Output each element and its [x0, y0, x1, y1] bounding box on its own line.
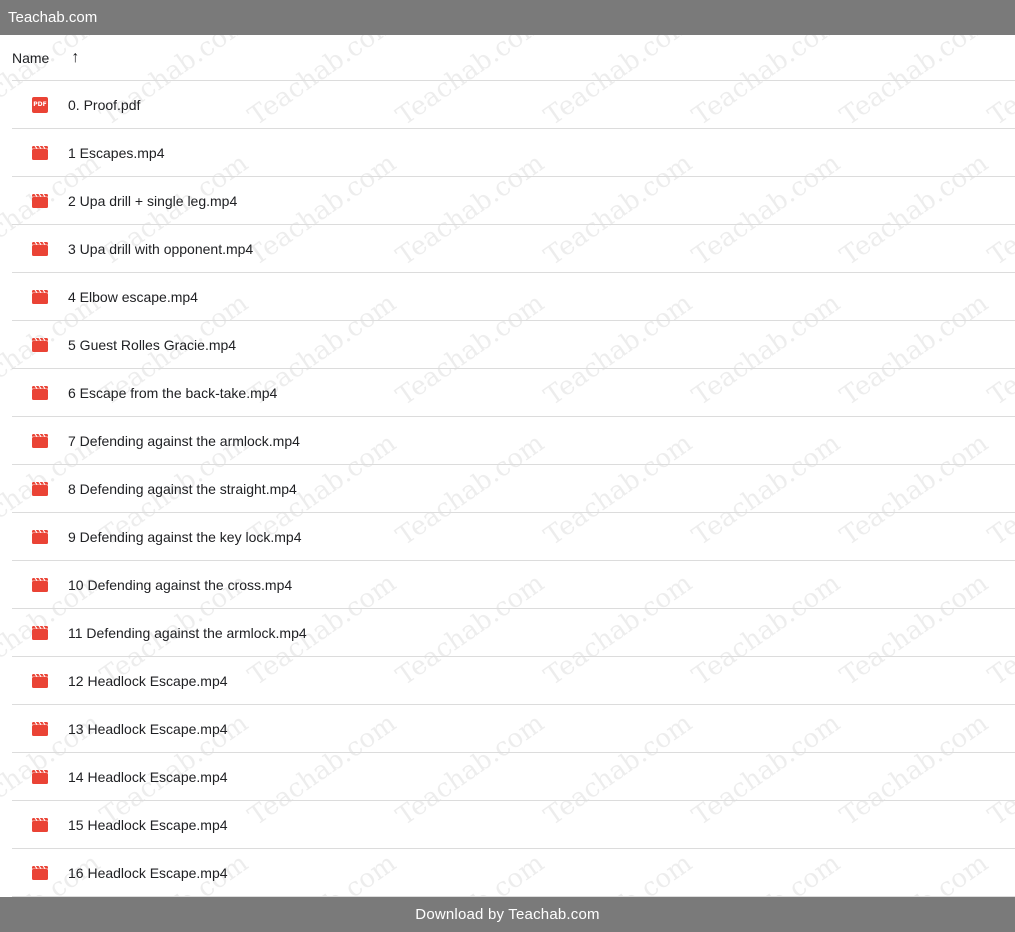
video-icon	[12, 865, 68, 880]
footer-text: Download by Teachab.com	[415, 906, 600, 923]
video-clapper-icon	[32, 433, 48, 448]
file-row[interactable]: 16 Headlock Escape.mp4	[12, 849, 1015, 897]
video-clapper-icon	[32, 385, 48, 400]
sort-ascending-icon[interactable]: ↑	[71, 49, 79, 66]
video-icon	[12, 193, 68, 208]
pdf-icon: PDF	[12, 96, 68, 113]
video-icon	[12, 337, 68, 352]
video-clapper-icon	[32, 241, 48, 256]
video-icon	[12, 769, 68, 784]
file-row[interactable]: 13 Headlock Escape.mp4	[12, 705, 1015, 753]
video-clapper-icon	[32, 193, 48, 208]
file-row[interactable]: 10 Defending against the cross.mp4	[12, 561, 1015, 609]
pdf-icon-label: PDF	[32, 96, 48, 113]
video-icon	[12, 289, 68, 304]
footer-bar: Download by Teachab.com	[0, 897, 1015, 932]
file-name: 12 Headlock Escape.mp4	[68, 672, 228, 689]
video-clapper-icon	[32, 817, 48, 832]
video-clapper-icon	[32, 865, 48, 880]
file-row[interactable]: 15 Headlock Escape.mp4	[12, 801, 1015, 849]
file-row[interactable]: 4 Elbow escape.mp4	[12, 273, 1015, 321]
file-name: 1 Escapes.mp4	[68, 144, 165, 161]
video-clapper-icon	[32, 625, 48, 640]
file-name: 2 Upa drill + single leg.mp4	[68, 192, 238, 209]
file-row[interactable]: 8 Defending against the straight.mp4	[12, 465, 1015, 513]
file-row[interactable]: 5 Guest Rolles Gracie.mp4	[12, 321, 1015, 369]
file-name: 8 Defending against the straight.mp4	[68, 480, 297, 497]
video-icon	[12, 145, 68, 160]
file-name: 13 Headlock Escape.mp4	[68, 720, 228, 737]
video-icon	[12, 625, 68, 640]
file-name: 9 Defending against the key lock.mp4	[68, 528, 302, 545]
video-clapper-icon	[32, 577, 48, 592]
file-name: 3 Upa drill with opponent.mp4	[68, 240, 254, 257]
name-column-header[interactable]: Name	[12, 50, 49, 66]
file-name: 7 Defending against the armlock.mp4	[68, 432, 300, 449]
file-row[interactable]: 1 Escapes.mp4	[12, 129, 1015, 177]
video-clapper-icon	[32, 721, 48, 736]
file-row[interactable]: PDF 0. Proof.pdf	[12, 81, 1015, 129]
file-row[interactable]: 3 Upa drill with opponent.mp4	[12, 225, 1015, 273]
video-icon	[12, 433, 68, 448]
file-name: 4 Elbow escape.mp4	[68, 288, 198, 305]
file-name: 0. Proof.pdf	[68, 96, 141, 113]
app-title-bar: Teachab.com	[0, 0, 1015, 35]
file-row[interactable]: 2 Upa drill + single leg.mp4	[12, 177, 1015, 225]
video-clapper-icon	[32, 673, 48, 688]
file-name: 10 Defending against the cross.mp4	[68, 576, 293, 593]
video-icon	[12, 529, 68, 544]
file-row[interactable]: 9 Defending against the key lock.mp4	[12, 513, 1015, 561]
video-icon	[12, 673, 68, 688]
file-name: 16 Headlock Escape.mp4	[68, 864, 228, 881]
file-list: PDF 0. Proof.pdf 1 Escapes.mp4 2 Upa drill …	[12, 81, 1015, 897]
file-name: 5 Guest Rolles Gracie.mp4	[68, 336, 237, 353]
video-icon	[12, 241, 68, 256]
list-header: Name ↑	[12, 35, 1015, 81]
file-row[interactable]: 14 Headlock Escape.mp4	[12, 753, 1015, 801]
video-clapper-icon	[32, 337, 48, 352]
file-row[interactable]: 6 Escape from the back-take.mp4	[12, 369, 1015, 417]
video-icon	[12, 481, 68, 496]
file-row[interactable]: 7 Defending against the armlock.mp4	[12, 417, 1015, 465]
video-icon	[12, 817, 68, 832]
video-icon	[12, 577, 68, 592]
file-name: 14 Headlock Escape.mp4	[68, 768, 228, 785]
video-clapper-icon	[32, 769, 48, 784]
video-clapper-icon	[32, 481, 48, 496]
video-clapper-icon	[32, 145, 48, 160]
video-icon	[12, 385, 68, 400]
video-clapper-icon	[32, 529, 48, 544]
file-row[interactable]: 11 Defending against the armlock.mp4	[12, 609, 1015, 657]
app-title: Teachab.com	[8, 9, 98, 26]
file-name: 15 Headlock Escape.mp4	[68, 816, 228, 833]
file-name: 6 Escape from the back-take.mp4	[68, 384, 278, 401]
file-name: 11 Defending against the armlock.mp4	[68, 624, 307, 641]
file-row[interactable]: 12 Headlock Escape.mp4	[12, 657, 1015, 705]
video-icon	[12, 721, 68, 736]
video-clapper-icon	[32, 289, 48, 304]
